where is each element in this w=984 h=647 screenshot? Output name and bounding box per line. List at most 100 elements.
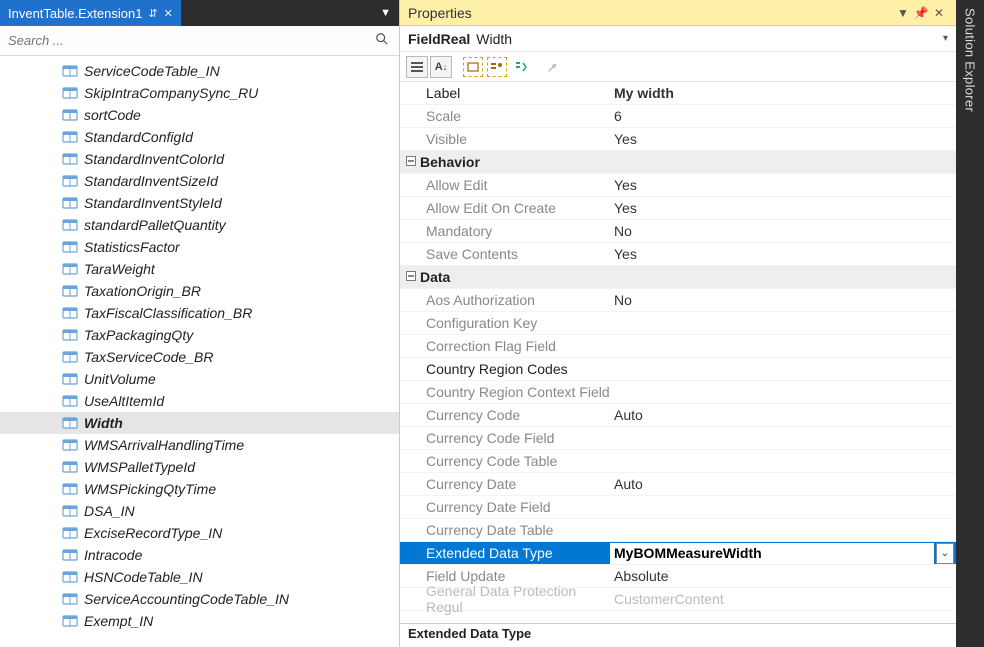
property-value[interactable]: Auto (610, 476, 956, 492)
tree-item-label: TaxPackagingQty (84, 327, 193, 343)
collapse-icon[interactable] (400, 271, 418, 284)
tree-item[interactable]: StandardInventSizeId (0, 170, 399, 192)
property-row[interactable]: Country Region Codes (400, 358, 956, 381)
property-row[interactable]: Configuration Key (400, 312, 956, 335)
property-row[interactable]: Country Region Context Field (400, 381, 956, 404)
field-icon (60, 305, 80, 321)
property-value[interactable]: My width (610, 85, 956, 101)
property-name: General Data Protection Regul (400, 583, 610, 615)
tree-item[interactable]: sortCode (0, 104, 399, 126)
property-row[interactable]: Currency Date Field (400, 496, 956, 519)
property-name: Extended Data Type (400, 545, 610, 561)
dropdown-button[interactable]: ⌄ (936, 543, 954, 564)
tree-item[interactable]: standardPalletQuantity (0, 214, 399, 236)
solution-explorer-tab[interactable]: Solution Explorer (956, 0, 984, 647)
property-value[interactable]: Yes (610, 131, 956, 147)
pin-icon[interactable]: 📌 (912, 6, 930, 20)
tree-item[interactable]: TaxFiscalClassification_BR (0, 302, 399, 324)
property-category[interactable]: Data (400, 266, 956, 289)
property-row[interactable]: Correction Flag Field (400, 335, 956, 358)
property-row[interactable]: Currency Code Table (400, 450, 956, 473)
property-row[interactable]: Currency CodeAuto (400, 404, 956, 427)
property-row[interactable]: Allow EditYes (400, 174, 956, 197)
search-input[interactable] (6, 32, 371, 49)
property-row[interactable]: LabelMy width (400, 82, 956, 105)
property-value[interactable]: MyBOMMeasureWidth (610, 543, 934, 564)
tree-item[interactable]: TaxPackagingQty (0, 324, 399, 346)
tree-item[interactable]: SkipIntraCompanySync_RU (0, 82, 399, 104)
property-name: Currency Code Field (400, 430, 610, 446)
tab-overflow-button[interactable]: ▼ (372, 0, 399, 26)
tree-item[interactable]: ServiceAccountingCodeTable_IN (0, 588, 399, 610)
property-grid[interactable]: LabelMy widthScale6VisibleYesBehaviorAll… (400, 82, 956, 623)
property-value[interactable]: Yes (610, 246, 956, 262)
tree-item[interactable]: DSA_IN (0, 500, 399, 522)
property-value[interactable]: 6 (610, 108, 956, 124)
tree-item-label: DSA_IN (84, 503, 135, 519)
categorized-button[interactable] (406, 56, 428, 78)
property-value[interactable]: No (610, 292, 956, 308)
category-label: Data (418, 269, 450, 285)
tree-item[interactable]: Intracode (0, 544, 399, 566)
property-row[interactable]: Save ContentsYes (400, 243, 956, 266)
property-row[interactable]: Extended Data TypeMyBOMMeasureWidth⌄ (400, 542, 956, 565)
close-icon[interactable]: ✕ (164, 7, 173, 20)
property-row[interactable]: MandatoryNo (400, 220, 956, 243)
events-button[interactable] (510, 56, 532, 78)
dropdown-icon[interactable]: ▼ (894, 6, 912, 20)
object-type: FieldReal (408, 31, 470, 47)
property-row[interactable]: Currency Date Table (400, 519, 956, 542)
property-name: Scale (400, 108, 610, 124)
document-tab[interactable]: InventTable.Extension1 ⇵ ✕ (0, 0, 181, 26)
pin-icon[interactable]: ⇵ (148, 7, 157, 20)
property-value[interactable]: Absolute (610, 568, 956, 584)
property-pages-button[interactable] (462, 56, 484, 78)
tree-item[interactable]: HSNCodeTable_IN (0, 566, 399, 588)
collapse-icon[interactable] (400, 156, 418, 169)
alphabetical-button[interactable]: A↓ (430, 56, 452, 78)
tree-item[interactable]: WMSPickingQtyTime (0, 478, 399, 500)
field-icon (60, 371, 80, 387)
property-value[interactable]: Yes (610, 200, 956, 216)
tree-item[interactable]: Width (0, 412, 399, 434)
tree-item[interactable]: TaraWeight (0, 258, 399, 280)
tree-item[interactable]: ExciseRecordType_IN (0, 522, 399, 544)
field-icon (60, 107, 80, 123)
field-tree[interactable]: ServiceCodeTable_INSkipIntraCompanySync_… (0, 56, 399, 647)
tree-item[interactable]: TaxServiceCode_BR (0, 346, 399, 368)
grouped-button[interactable] (486, 56, 508, 78)
tree-item[interactable]: StandardInventColorId (0, 148, 399, 170)
tree-item[interactable]: UnitVolume (0, 368, 399, 390)
properties-titlebar: Properties ▼ 📌 ✕ (400, 0, 956, 26)
property-value[interactable]: No (610, 223, 956, 239)
property-value[interactable]: CustomerContent (610, 591, 956, 607)
field-icon (60, 151, 80, 167)
property-name: Allow Edit On Create (400, 200, 610, 216)
property-row[interactable]: Currency DateAuto (400, 473, 956, 496)
object-selector[interactable]: FieldReal Width ▾ (400, 26, 956, 52)
tree-item[interactable]: Exempt_IN (0, 610, 399, 632)
tree-item[interactable]: ServiceCodeTable_IN (0, 60, 399, 82)
property-row[interactable]: Allow Edit On CreateYes (400, 197, 956, 220)
tree-item[interactable]: StatisticsFactor (0, 236, 399, 258)
field-icon (60, 525, 80, 541)
property-name: Correction Flag Field (400, 338, 610, 354)
property-row[interactable]: General Data Protection RegulCustomerCon… (400, 588, 956, 611)
property-value[interactable]: Auto (610, 407, 956, 423)
property-category[interactable]: Behavior (400, 151, 956, 174)
property-row[interactable]: VisibleYes (400, 128, 956, 151)
property-row[interactable]: Currency Code Field (400, 427, 956, 450)
designer-panel: InventTable.Extension1 ⇵ ✕ ▼ ServiceCode… (0, 0, 400, 647)
tree-item[interactable]: StandardConfigId (0, 126, 399, 148)
property-row[interactable]: Aos AuthorizationNo (400, 289, 956, 312)
tree-item-label: Intracode (84, 547, 142, 563)
tree-item[interactable]: WMSPalletTypeId (0, 456, 399, 478)
close-icon[interactable]: ✕ (930, 6, 948, 20)
tree-item[interactable]: StandardInventStyleId (0, 192, 399, 214)
search-icon[interactable] (371, 32, 393, 50)
tree-item[interactable]: WMSArrivalHandlingTime (0, 434, 399, 456)
tree-item[interactable]: UseAltItemId (0, 390, 399, 412)
property-value[interactable]: Yes (610, 177, 956, 193)
property-row[interactable]: Scale6 (400, 105, 956, 128)
tree-item[interactable]: TaxationOrigin_BR (0, 280, 399, 302)
